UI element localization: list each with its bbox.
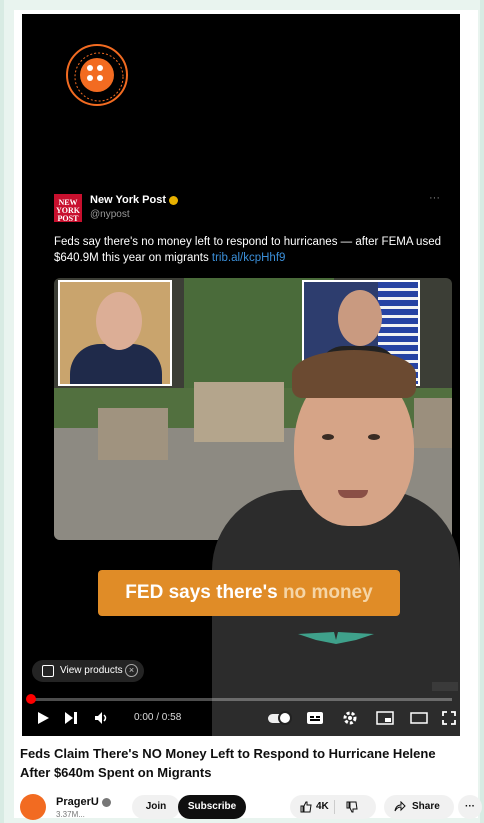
presenter-hair — [292, 350, 416, 398]
caption-part1: FED says there's — [125, 582, 278, 603]
presenter-mouth — [338, 490, 368, 498]
tweet-more-icon: ··· — [429, 192, 440, 204]
view-products-button[interactable]: View products × — [32, 660, 144, 682]
player-controls: 0:00 / 0:58 — [30, 706, 456, 732]
damaged-house — [98, 408, 168, 460]
more-actions-button[interactable]: ··· — [458, 795, 482, 819]
next-icon[interactable] — [64, 711, 78, 725]
like-count: 4K — [316, 801, 329, 812]
caption-banner: FED says there's no money — [98, 570, 400, 616]
theater-icon[interactable] — [410, 712, 428, 724]
time-display: 0:00 / 0:58 — [134, 712, 182, 723]
tweet-handle: @nypost — [90, 209, 130, 220]
autoplay-knob — [278, 711, 292, 725]
watermark-dot — [97, 75, 103, 81]
subscribe-button[interactable]: Subscribe — [178, 795, 246, 819]
like-divider — [334, 800, 335, 814]
autoplay-toggle[interactable] — [268, 711, 292, 725]
watermark-dot — [97, 65, 103, 71]
face — [338, 290, 382, 346]
caption-part2: no money — [282, 582, 373, 603]
channel-watermark-logo — [66, 44, 128, 106]
hoodie-emblem-icon — [298, 632, 374, 644]
share-button[interactable]: Share — [384, 795, 454, 819]
progress-scrubber[interactable] — [26, 694, 36, 704]
progress-bar[interactable] — [26, 694, 452, 704]
tweet-text: Feds say there's no money left to respon… — [54, 234, 454, 266]
like-icon[interactable] — [300, 801, 312, 813]
fullscreen-icon[interactable] — [442, 711, 456, 725]
video-title: Feds Claim There's NO Money Left to Resp… — [20, 746, 436, 780]
tweet-link: trib.al/kcpHhf9 — [211, 252, 286, 264]
like-dislike-group: 4K — [290, 795, 376, 819]
join-button[interactable]: Join — [132, 795, 180, 819]
share-label: Share — [412, 801, 440, 812]
watermark-dot — [87, 65, 93, 71]
watermark-center — [80, 58, 114, 92]
damaged-house — [414, 398, 452, 448]
play-icon[interactable] — [36, 711, 50, 725]
verified-icon — [101, 797, 111, 807]
dislike-icon[interactable] — [346, 801, 358, 813]
shopping-bag-icon — [42, 665, 54, 677]
face — [96, 292, 142, 350]
channel-name[interactable]: PragerU — [56, 796, 111, 808]
nypost-logo: NEW YORK POST — [54, 194, 82, 223]
damaged-house — [194, 382, 284, 442]
channel-name-text: PragerU — [56, 796, 99, 808]
tweet-header: NEW YORK POST New York Post @nypost ··· — [54, 192, 440, 223]
view-products-label: View products — [60, 665, 123, 676]
channel-row: PragerU 3.37M... Join Subscribe 4K Share… — [20, 792, 482, 822]
inset-photo-left — [58, 280, 172, 386]
captions-icon[interactable] — [306, 711, 324, 725]
close-icon[interactable]: × — [125, 664, 138, 677]
watermark-dot — [87, 75, 93, 81]
miniplayer-icon[interactable] — [376, 711, 394, 725]
verified-badge-icon — [169, 195, 179, 205]
channel-avatar[interactable] — [20, 794, 46, 820]
share-icon — [394, 801, 406, 812]
volume-icon[interactable] — [94, 711, 110, 725]
tweet-account-name: New York Post — [90, 194, 179, 206]
subscriber-count: 3.37M... — [56, 810, 85, 819]
presenter-eye — [322, 434, 334, 440]
corner-badge — [432, 682, 458, 691]
presenter-eye — [368, 434, 380, 440]
settings-icon[interactable] — [342, 710, 358, 726]
account-name-text: New York Post — [90, 194, 167, 206]
suit — [70, 344, 162, 384]
video-player[interactable]: NEW YORK POST New York Post @nypost ··· … — [22, 14, 460, 736]
